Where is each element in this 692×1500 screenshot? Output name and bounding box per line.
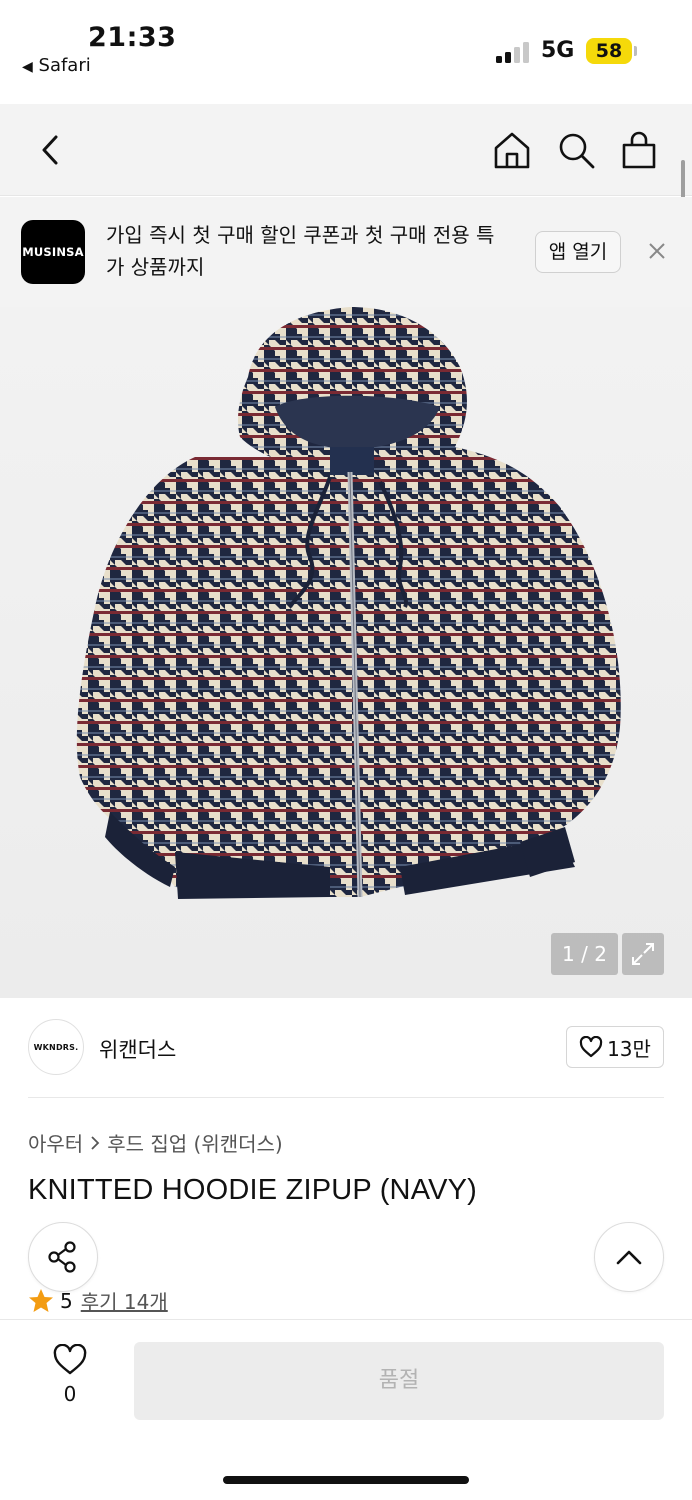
divider — [28, 1097, 664, 1098]
banner-message-line2: 가 상품까지 — [106, 255, 205, 279]
brand-row[interactable]: WKNDRS. 위캔더스 13만 — [0, 998, 692, 1098]
nav-bar — [0, 104, 692, 196]
battery-tip — [634, 46, 637, 56]
banner-message: 가입 즉시 첫 구매 할인 쿠폰과 첫 구매 전용 특 가 상품까지 — [106, 219, 521, 283]
product-title: KNITTED HOODIE ZIPUP (NAVY) — [28, 1174, 478, 1206]
close-icon[interactable] — [643, 237, 671, 265]
search-icon[interactable] — [554, 128, 598, 172]
soldout-button[interactable]: 품절 — [134, 1342, 664, 1420]
chevron-right-icon — [91, 1135, 100, 1150]
heart-icon — [579, 1036, 603, 1058]
back-triangle-icon: ◀ — [22, 59, 33, 75]
battery-icon: 58 — [586, 38, 632, 64]
brand-logo[interactable]: WKNDRS. — [28, 1019, 84, 1075]
image-counter: 1 / 2 — [551, 933, 618, 975]
cellular-signal-icon — [496, 41, 532, 63]
product-photo-jacket — [76, 307, 621, 899]
home-icon[interactable] — [490, 128, 534, 172]
network-type: 5G — [541, 38, 575, 63]
scroll-to-top-button[interactable] — [594, 1222, 664, 1292]
product-image-gallery[interactable]: 1 / 2 — [0, 307, 692, 998]
open-app-button[interactable]: 앱 열기 — [535, 231, 621, 273]
brand-name[interactable]: 위캔더스 — [99, 1034, 176, 1064]
product-like-button[interactable]: 0 — [40, 1343, 100, 1406]
brand-like-count: 13만 — [607, 1036, 651, 1061]
share-button[interactable] — [28, 1222, 98, 1292]
heart-icon — [53, 1343, 87, 1375]
status-bar: 21:33 ◀ Safari 5G 58 — [0, 0, 692, 104]
brand-like-button[interactable]: 13만 — [566, 1026, 664, 1068]
app-install-banner: MUSINSA 가입 즉시 첫 구매 할인 쿠폰과 첫 구매 전용 특 가 상품… — [0, 197, 692, 307]
shopping-bag-icon[interactable] — [617, 128, 661, 172]
back-chevron-icon[interactable] — [28, 128, 72, 172]
expand-icon[interactable] — [622, 933, 664, 975]
banner-message-line1: 가입 즉시 첫 구매 할인 쿠폰과 첫 구매 전용 특 — [106, 223, 495, 247]
star-icon — [29, 1288, 53, 1312]
back-to-app-link[interactable]: ◀ Safari — [22, 55, 91, 76]
bottom-bar: 0 품절 — [0, 1319, 692, 1500]
share-icon — [48, 1241, 76, 1273]
status-time: 21:33 — [88, 22, 177, 53]
back-app-label: Safari — [38, 55, 91, 76]
breadcrumb-subcategory[interactable]: 후드 집업 (위캔더스) — [107, 1128, 283, 1157]
musinsa-logo: MUSINSA — [21, 220, 85, 284]
product-like-count: 0 — [63, 1382, 77, 1406]
rating-value: 5 — [60, 1288, 73, 1313]
rating-row: 5 후기 14개 — [28, 1286, 168, 1315]
breadcrumb: 아우터 후드 집업 (위캔더스) — [28, 1128, 283, 1157]
review-count-link[interactable]: 후기 14개 — [81, 1286, 168, 1315]
chevron-up-icon — [616, 1250, 642, 1265]
breadcrumb-category[interactable]: 아우터 — [28, 1128, 83, 1157]
home-indicator[interactable] — [223, 1476, 469, 1484]
